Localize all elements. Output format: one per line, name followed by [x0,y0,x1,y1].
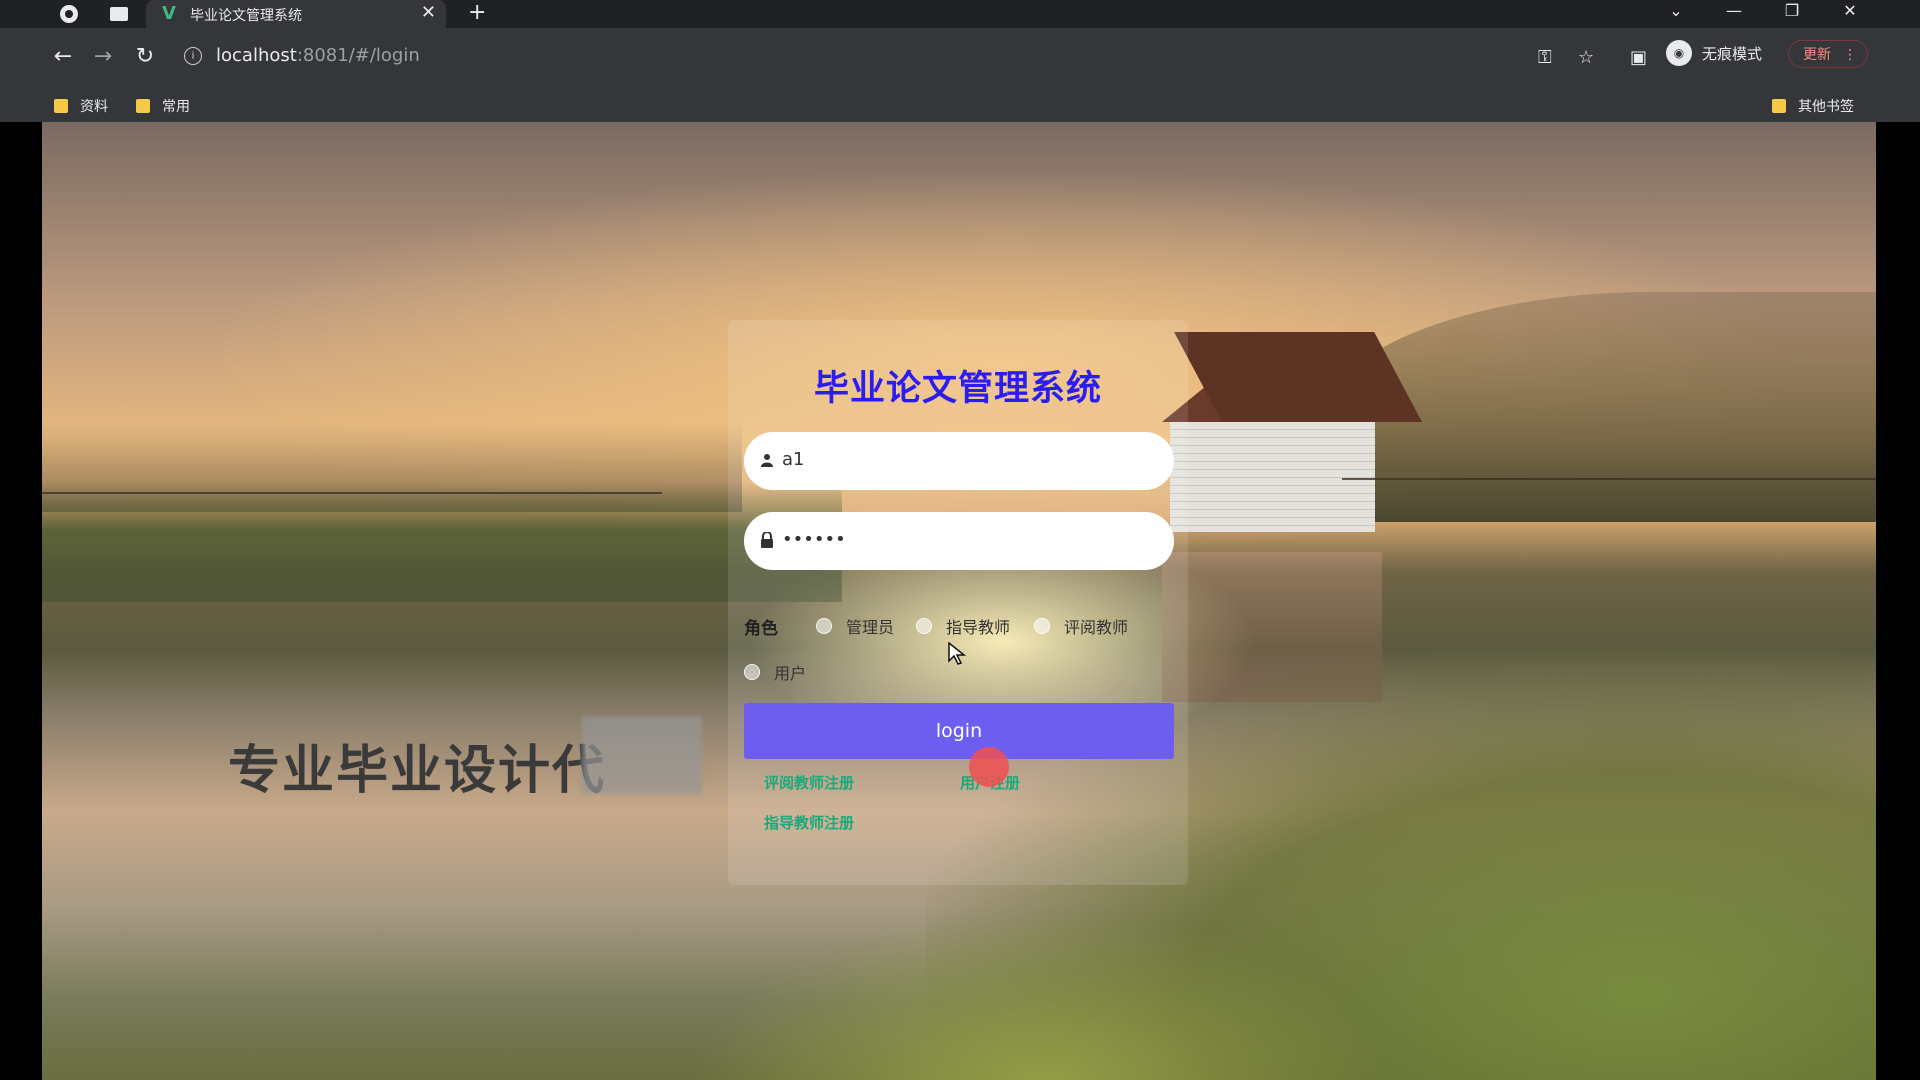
update-button[interactable]: 更新 ⋮ [1788,40,1868,68]
bookmark-star-icon[interactable]: ☆ [1578,47,1594,68]
new-tab-icon[interactable]: + [468,0,486,25]
user-icon [758,451,776,469]
radio-icon [816,618,832,634]
letterbox-left [0,122,42,1080]
bookmark-label: 资料 [80,99,108,115]
role-label: 角色 [744,619,778,639]
bookmark-label: 其他书签 [1798,99,1854,115]
login-button[interactable]: login [744,703,1174,759]
role-option-label: 管理员 [846,618,895,637]
tab-list-chevron-icon[interactable]: ⌄ [1656,0,1696,22]
tab-title: 毕业论文管理系统 [190,8,302,24]
reviewer-register-link[interactable]: 评阅教师注册 [764,772,854,793]
bookmark-folder-ziliao[interactable]: 资料 [54,96,108,116]
incognito-label: 无痕模式 [1702,44,1763,63]
radio-icon [1034,618,1050,634]
password-key-icon[interactable]: ⚿ [1538,47,1552,68]
folder-icon [1772,99,1786,113]
browser-toolbar: ← → ↻ i localhost:8081/#/login ⚿ ☆ ▣ ◉ 无… [0,28,1920,88]
role-radio-admin[interactable]: 管理员 [816,614,894,638]
click-highlight [969,747,1009,787]
watermark-text: 专业毕业设计代 [228,741,607,801]
role-option-label: 指导教师 [946,618,1011,637]
role-option-label: 评阅教师 [1064,618,1129,637]
bookmark-folder-changyong[interactable]: 常用 [136,96,190,116]
bookmark-folder-other[interactable]: 其他书签 [1772,96,1854,116]
role-option-label: 用户 [774,664,807,683]
login-page-background: 专业毕业设计代 毕业论文管理系统 a1 •••••• 角色 管理员 指导教师 评… [42,122,1876,1080]
login-panel: 毕业论文管理系统 a1 •••••• 角色 管理员 指导教师 评阅教师 用户 l… [728,320,1188,885]
address-bar[interactable]: i localhost:8081/#/login [178,38,1618,76]
window-close-icon[interactable]: ✕ [1830,0,1870,22]
reload-icon[interactable]: ↻ [130,44,160,70]
background-field [42,482,842,602]
incognito-icon: ◉ [1666,40,1692,66]
password-value: •••••• [782,529,846,550]
advisor-register-link[interactable]: 指导教师注册 [764,812,854,833]
letterbox-right [1876,122,1920,1080]
password-input[interactable]: •••••• [744,512,1174,570]
username-input[interactable]: a1 [744,432,1174,490]
browser-profile-icon[interactable] [58,3,80,25]
site-info-icon[interactable]: i [184,47,202,65]
folder-icon [136,99,150,113]
back-icon[interactable]: ← [48,44,78,70]
background-fence-right [1342,478,1876,480]
browser-tab-bar: V 毕业论文管理系统 ✕ + ⌄ — ❐ ✕ [0,0,1920,28]
side-panel-icon[interactable]: ▣ [1630,47,1647,68]
address-url: localhost:8081/#/login [216,45,420,66]
folder-icon [54,99,68,113]
update-label: 更新 [1803,47,1831,63]
vue-favicon-icon: V [162,3,176,24]
tab-search-icon[interactable] [108,3,130,25]
incognito-indicator[interactable]: ◉ 无痕模式 [1666,40,1762,66]
tab-active[interactable]: V 毕业论文管理系统 ✕ [146,0,446,28]
radio-icon [744,664,760,680]
system-title: 毕业论文管理系统 [813,369,1102,409]
username-value: a1 [782,449,805,470]
more-menu-icon[interactable]: ⋮ [1843,41,1857,69]
watermark-blur [582,716,702,794]
forward-icon[interactable]: → [88,44,118,70]
bookmarks-bar: 资料 常用 其他书签 [0,88,1920,122]
background-house [1162,332,1422,532]
radio-icon [916,618,932,634]
role-radio-user[interactable]: 用户 [744,660,806,684]
role-radio-reviewer[interactable]: 评阅教师 [1034,614,1128,638]
background-grass-bottom [692,910,1392,1080]
role-radio-advisor[interactable]: 指导教师 [916,614,1010,638]
bookmark-label: 常用 [162,99,190,115]
tab-close-icon[interactable]: ✕ [421,2,436,23]
minimize-icon[interactable]: — [1714,0,1754,22]
mouse-cursor-icon [948,642,966,665]
background-fence [42,492,662,494]
restore-icon[interactable]: ❐ [1772,0,1812,22]
lock-icon [758,531,776,549]
